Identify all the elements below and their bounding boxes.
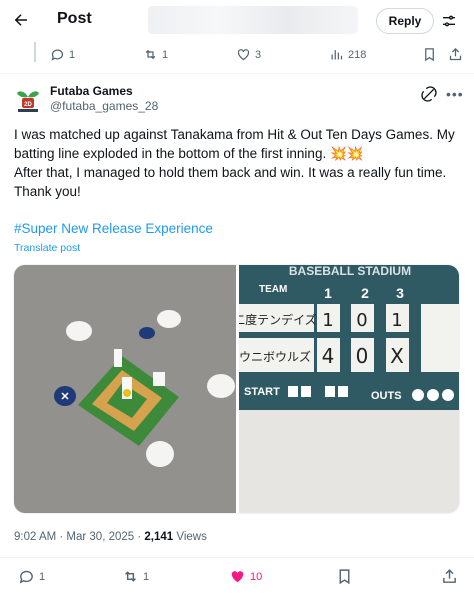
repost-action[interactable]: 1	[122, 568, 149, 585]
team2-score-3: X	[390, 344, 404, 368]
reply-icon	[51, 49, 64, 61]
parent-like-action[interactable]: 3	[236, 47, 261, 62]
team2-score-1: 4	[322, 344, 335, 368]
back-arrow-icon[interactable]	[12, 11, 30, 29]
avatar[interactable]: 2D	[14, 84, 42, 114]
parent-reply-count: 1	[69, 48, 76, 61]
bookmark-action[interactable]	[336, 568, 353, 585]
more-options-icon[interactable]: •••	[446, 85, 464, 103]
post-line-1: I was matched up against Tanakama from H…	[14, 127, 455, 161]
share-icon	[449, 47, 462, 61]
parent-bookmark-action[interactable]	[422, 47, 437, 62]
like-count: 10	[250, 570, 263, 583]
reply-button[interactable]: Reply	[376, 8, 434, 34]
grok-icon[interactable]	[421, 86, 437, 102]
heart-filled-icon	[231, 571, 244, 583]
repost-count: 1	[143, 570, 150, 583]
team1-name: 二度テンデイズ	[239, 312, 317, 327]
repost-icon	[125, 571, 136, 582]
parent-reply-action[interactable]: 1	[50, 47, 75, 62]
start-label: START	[244, 386, 280, 398]
team2-name: ウニボウルズ	[239, 349, 311, 364]
bookmark-icon	[339, 569, 350, 585]
team1-score-1: 1	[322, 310, 333, 331]
parent-views-action[interactable]: 218	[329, 47, 366, 62]
parent-post-actions: 1 1 3 218	[0, 47, 474, 65]
reply-count: 1	[39, 570, 46, 583]
adjust-settings-icon[interactable]	[441, 13, 457, 29]
author-name[interactable]: Futaba Games	[50, 84, 133, 98]
svg-text:✕: ✕	[60, 391, 69, 403]
team1-score-2: 0	[356, 310, 367, 331]
views-chart-icon	[331, 50, 343, 60]
team1-score-3: 1	[391, 310, 402, 331]
board-game-photo[interactable]: ✕	[14, 265, 236, 514]
translate-post-link[interactable]: Translate post	[14, 242, 80, 254]
post-body: I was matched up against Tanakama from H…	[14, 125, 464, 201]
heart-icon	[237, 49, 250, 61]
blurred-parent-post	[148, 6, 358, 34]
scoreboard-photo[interactable]: BASEBALL STADIUM TEAM 1 2 3 二度テンデイズ ウニボウ…	[239, 265, 460, 514]
post-actions: 1 1 10	[0, 568, 474, 588]
author-handle[interactable]: @futaba_games_28	[50, 99, 158, 113]
inning-2: 2	[361, 285, 369, 301]
post-line-2: After that, I managed to hold them back …	[14, 165, 447, 199]
views-count: 2,141	[144, 531, 174, 543]
inning-3: 3	[396, 285, 404, 301]
team2-score-2: 0	[356, 344, 369, 368]
parent-like-count: 3	[255, 48, 262, 61]
share-action[interactable]	[441, 568, 458, 585]
post-media[interactable]: ✕ BASEBALL STADIUM TEAM 1 2 3 二度テンデイズ ウニ…	[13, 264, 460, 514]
post-meta: 9:02 AM · Mar 30, 2025 · 2,141 Views	[14, 531, 207, 543]
scoreboard-team-header: TEAM	[259, 284, 287, 295]
post-timestamp[interactable]: 9:02 AM · Mar 30, 2025 ·	[14, 531, 144, 543]
svg-text:2D: 2D	[24, 102, 32, 108]
reply-action[interactable]: 1	[18, 568, 45, 585]
parent-views-count: 218	[348, 48, 367, 61]
outs-label: OUTS	[371, 390, 402, 402]
share-icon	[443, 569, 456, 583]
divider	[0, 557, 474, 558]
hashtag-link[interactable]: #Super New Release Experience	[14, 221, 213, 236]
parent-share-action[interactable]	[448, 47, 463, 62]
views-label: Views	[173, 531, 207, 543]
like-action[interactable]: 10	[229, 568, 262, 585]
top-bar: Post Reply	[0, 0, 474, 42]
stadium-banner: BASEBALL STADIUM	[289, 265, 411, 278]
reply-icon	[19, 570, 33, 584]
divider	[0, 73, 474, 74]
repost-icon	[145, 49, 156, 60]
parent-repost-count: 1	[162, 48, 169, 61]
parent-repost-action[interactable]: 1	[143, 47, 168, 62]
inning-1: 1	[324, 285, 332, 301]
bookmark-icon	[425, 48, 434, 62]
page-title: Post	[57, 10, 92, 27]
